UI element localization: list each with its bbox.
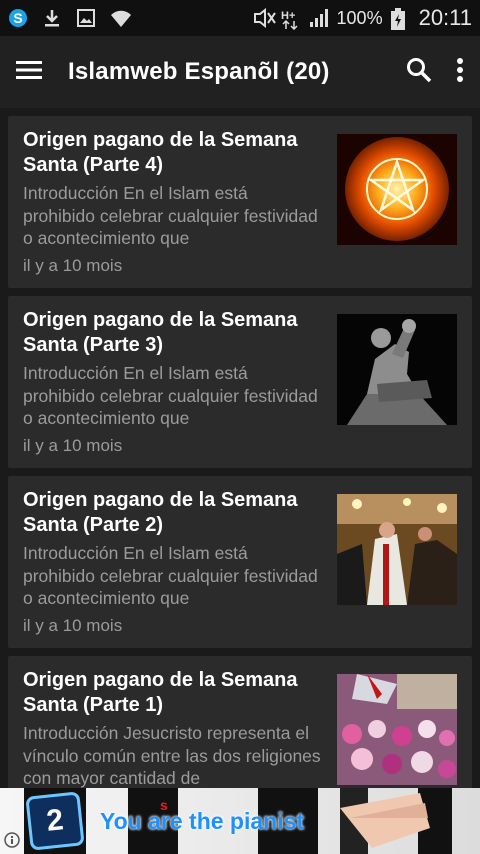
article-list[interactable]: Origen pagano de la Semana Santa (Parte … xyxy=(0,108,480,788)
skype-icon: S xyxy=(8,8,28,28)
article-title: Origen pagano de la Semana Santa (Parte … xyxy=(23,129,298,176)
ad-headline: You are the pianist xyxy=(100,808,305,834)
download-icon xyxy=(42,8,62,28)
clock: 20:11 xyxy=(418,5,472,30)
article-card[interactable]: Origen pagano de la Semana Santa (Parte … xyxy=(8,296,472,468)
article-thumbnail xyxy=(337,134,457,245)
app-bar: Islamweb Espanõl (20) xyxy=(0,36,480,108)
article-thumbnail xyxy=(337,494,457,605)
signal-icon xyxy=(309,8,329,28)
article-card[interactable]: Origen pagano de la Semana Santa (Parte … xyxy=(8,656,472,788)
status-bar: S H+ 100% 20:11 xyxy=(0,0,480,36)
wifi-icon xyxy=(110,8,131,28)
svg-text:H+: H+ xyxy=(281,10,295,22)
info-icon[interactable] xyxy=(4,832,20,848)
article-time: il y a 10 mois xyxy=(23,616,123,635)
article-title: Origen pagano de la Semana Santa (Parte … xyxy=(23,309,298,356)
ad-logo-text: 2 xyxy=(44,803,65,838)
article-time: il y a 10 mois xyxy=(23,436,123,455)
article-excerpt: Introducción En el Islam está prohibido … xyxy=(23,363,318,428)
mute-icon xyxy=(253,7,276,29)
article-title: Origen pagano de la Semana Santa (Parte … xyxy=(23,669,298,716)
battery-icon xyxy=(390,8,411,30)
article-thumbnail xyxy=(337,674,457,785)
menu-icon[interactable] xyxy=(16,60,42,85)
article-card[interactable]: Origen pagano de la Semana Santa (Parte … xyxy=(8,476,472,648)
article-excerpt: Introducción Jesucristo representa el ví… xyxy=(23,723,321,788)
article-title: Origen pagano de la Semana Santa (Parte … xyxy=(23,489,298,536)
h-plus-icon: H+ xyxy=(281,8,301,31)
article-thumbnail xyxy=(337,314,457,425)
article-card[interactable]: Origen pagano de la Semana Santa (Parte … xyxy=(8,116,472,288)
search-icon[interactable] xyxy=(406,57,432,88)
ad-banner[interactable]: s 2 You are the pianist xyxy=(0,788,480,854)
image-icon xyxy=(76,8,96,28)
more-vert-icon[interactable] xyxy=(456,57,464,88)
ad-logo[interactable]: 2 xyxy=(25,791,85,851)
article-time: il y a 10 mois xyxy=(23,256,123,275)
article-excerpt: Introducción En el Islam está prohibido … xyxy=(23,543,318,608)
page-title: Islamweb Espanõl (20) xyxy=(68,58,330,85)
svg-text:S: S xyxy=(13,10,22,26)
article-excerpt: Introducción En el Islam está prohibido … xyxy=(23,183,318,248)
battery-percent: 100% xyxy=(336,7,383,28)
